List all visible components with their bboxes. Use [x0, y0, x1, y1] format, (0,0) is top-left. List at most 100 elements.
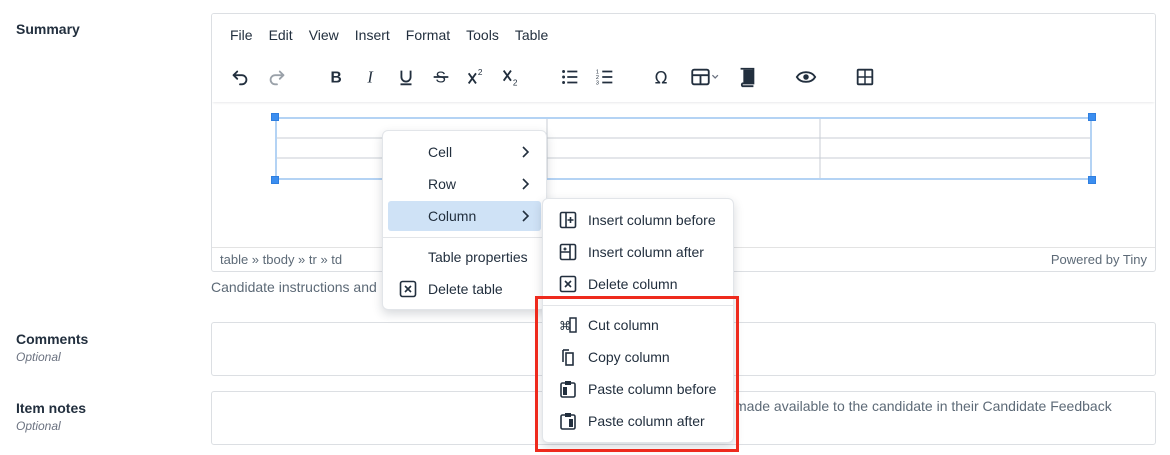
- resize-handle-top-right[interactable]: [1088, 113, 1096, 121]
- chevron-right-icon: [522, 210, 530, 222]
- menu-edit[interactable]: Edit: [261, 27, 301, 43]
- menu-item-copy-column-label: Copy column: [588, 349, 670, 365]
- svg-text:I: I: [366, 68, 374, 87]
- copy-column-icon: [562, 349, 574, 366]
- menu-item-column-label: Column: [428, 208, 477, 224]
- menu-item-table-properties[interactable]: Table properties: [388, 242, 541, 272]
- svg-text:3: 3: [596, 80, 599, 86]
- bullet-list-icon: [562, 70, 578, 84]
- table-icon: [691, 68, 719, 86]
- subscript-icon: 2: [502, 70, 518, 87]
- cut-column-icon: ⌘: [559, 317, 577, 333]
- italic-icon: I: [366, 68, 374, 87]
- element-path[interactable]: table » tbody » tr » td: [220, 252, 342, 267]
- svg-text:2: 2: [513, 78, 518, 87]
- undo-icon: [232, 70, 248, 86]
- svg-text:2: 2: [478, 68, 483, 77]
- editor-header: File Edit View Insert Format Tools Table…: [212, 14, 1155, 102]
- svg-text:Ω: Ω: [655, 68, 668, 87]
- undo-button[interactable]: [223, 60, 257, 94]
- bullet-list-button[interactable]: [553, 60, 587, 94]
- menu-item-table-properties-label: Table properties: [428, 249, 528, 265]
- menu-separator: [383, 237, 546, 238]
- item-notes-optional: Optional: [16, 419, 61, 433]
- menu-item-insert-column-before-label: Insert column before: [588, 212, 716, 228]
- paste-column-after-icon: [560, 413, 576, 430]
- menu-item-insert-column-before[interactable]: Insert column before: [548, 205, 728, 235]
- menu-item-paste-column-after[interactable]: Paste column after: [548, 406, 728, 436]
- menu-item-paste-column-after-label: Paste column after: [588, 413, 705, 429]
- numbered-list-button[interactable]: 123: [588, 60, 622, 94]
- menu-item-insert-column-after-label: Insert column after: [588, 244, 704, 260]
- eye-icon: [795, 71, 817, 83]
- menu-view[interactable]: View: [301, 27, 347, 43]
- table-button[interactable]: [684, 60, 728, 94]
- menu-tools[interactable]: Tools: [458, 27, 507, 43]
- comments-label: Comments: [16, 331, 89, 347]
- paste-column-before-icon: [560, 381, 576, 398]
- delete-column-icon: [559, 275, 577, 293]
- menu-item-cell[interactable]: Cell: [388, 137, 541, 167]
- menu-item-delete-column-label: Delete column: [588, 276, 678, 292]
- menu-item-row-label: Row: [428, 176, 457, 192]
- table-context-menu: Cell Row Column Table properties Delete …: [382, 130, 547, 310]
- show-blocks-button[interactable]: [848, 60, 882, 94]
- grid-icon: [856, 68, 874, 86]
- menu-item-paste-column-before[interactable]: Paste column before: [548, 374, 728, 404]
- redo-icon: [269, 70, 285, 86]
- svg-text:S: S: [436, 70, 446, 87]
- menu-item-row[interactable]: Row: [388, 169, 541, 199]
- bold-icon: B: [331, 70, 342, 87]
- insert-column-after-icon: [559, 243, 577, 261]
- menu-item-cut-column[interactable]: ⌘ Cut column: [548, 310, 728, 340]
- menu-item-cut-column-label: Cut column: [588, 317, 659, 333]
- resize-handle-bottom-left[interactable]: [271, 176, 279, 184]
- numbered-list-icon: 123: [596, 69, 613, 86]
- summary-label: Summary: [16, 21, 80, 37]
- superscript-icon: 2: [467, 68, 483, 84]
- underline-button[interactable]: [389, 60, 423, 94]
- menu-format[interactable]: Format: [398, 27, 458, 43]
- menu-item-delete-table[interactable]: Delete table: [388, 274, 541, 304]
- item-notes-hint: made available to the candidate in their…: [735, 398, 1112, 414]
- comments-optional: Optional: [16, 350, 61, 364]
- menu-file[interactable]: File: [222, 27, 261, 43]
- powered-by-tiny[interactable]: Powered by Tiny: [1051, 252, 1147, 267]
- chevron-right-icon: [522, 146, 530, 158]
- italic-button[interactable]: I: [354, 60, 388, 94]
- chevron-right-icon: [522, 178, 530, 190]
- menu-item-cell-label: Cell: [428, 144, 453, 160]
- resize-handle-top-left[interactable]: [271, 113, 279, 121]
- book-icon: [740, 67, 755, 88]
- svg-text:⌘: ⌘: [559, 319, 571, 333]
- editor-menubar: File Edit View Insert Format Tools Table: [222, 27, 556, 43]
- menu-item-copy-column[interactable]: Copy column: [548, 342, 728, 372]
- delete-table-icon: [399, 280, 417, 298]
- menu-insert[interactable]: Insert: [347, 27, 398, 43]
- menu-item-paste-column-before-label: Paste column before: [588, 381, 717, 397]
- underline-icon: [400, 70, 412, 86]
- subscript-button[interactable]: 2: [494, 60, 528, 94]
- column-submenu: Insert column before Insert column after…: [542, 198, 734, 443]
- item-notes-label: Item notes: [16, 400, 87, 416]
- preview-button[interactable]: [789, 60, 823, 94]
- bold-button[interactable]: B: [319, 60, 353, 94]
- summary-hint: Candidate instructions and: [211, 279, 377, 295]
- redo-button[interactable]: [260, 60, 294, 94]
- menu-item-delete-column[interactable]: Delete column: [548, 269, 728, 299]
- insert-column-before-icon: [559, 211, 577, 229]
- menu-separator: [543, 305, 733, 306]
- glossary-button[interactable]: [730, 60, 764, 94]
- omega-icon: Ω: [655, 68, 668, 87]
- menu-item-insert-column-after[interactable]: Insert column after: [548, 237, 728, 267]
- svg-text:B: B: [331, 70, 342, 87]
- editor-toolbar: B I S 2 2 123 Ω: [212, 60, 1155, 96]
- resize-handle-bottom-right[interactable]: [1088, 176, 1096, 184]
- menu-item-column[interactable]: Column: [388, 201, 541, 231]
- strikethrough-button[interactable]: S: [424, 60, 458, 94]
- special-character-button[interactable]: Ω: [646, 60, 680, 94]
- superscript-button[interactable]: 2: [459, 60, 493, 94]
- menu-table[interactable]: Table: [507, 27, 556, 43]
- strikethrough-icon: S: [433, 70, 449, 87]
- menu-item-delete-table-label: Delete table: [428, 281, 503, 297]
